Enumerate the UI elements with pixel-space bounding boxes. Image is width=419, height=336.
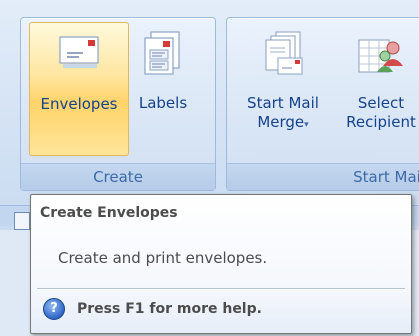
screentip-title: Create Envelopes (40, 205, 178, 221)
select-recipients-label-line2: Recipient (346, 113, 416, 131)
create-group: Envelopes Labels Create (20, 17, 216, 191)
select-recipients-icon (357, 30, 405, 82)
select-recipients-label-line1: Select (357, 94, 405, 112)
mail-merge-icon (260, 30, 306, 82)
screentip-divider (37, 288, 405, 290)
screentip-description: Create and print envelopes. (58, 249, 268, 267)
screentip-help: ? Press F1 for more help. (43, 297, 262, 321)
start-mail-merge-label-line2: Merge (257, 113, 305, 131)
envelope-icon (57, 31, 101, 77)
start-mail-merge-group: Start Mail Merge▾ Select Recipient Start… (226, 17, 419, 191)
screentip: Create Envelopes Create and print envelo… (30, 194, 412, 334)
start-mail-merge-label-line1: Start Mail (247, 94, 319, 112)
envelopes-label: Envelopes (40, 95, 118, 113)
help-text: Press F1 for more help. (77, 301, 262, 317)
labels-label: Labels (138, 94, 188, 112)
ruler-tab-selector[interactable] (14, 212, 30, 230)
start-mail-merge-group-caption: Start Mail (227, 163, 419, 190)
labels-icon (141, 30, 185, 80)
labels-button[interactable]: Labels (131, 22, 195, 154)
create-group-caption: Create (21, 163, 215, 190)
envelopes-button[interactable]: Envelopes (29, 22, 129, 156)
chevron-down-icon[interactable]: ▾ (304, 120, 309, 130)
help-icon: ? (43, 298, 65, 320)
select-recipients-button[interactable]: Select Recipient (335, 22, 419, 154)
start-mail-merge-button[interactable]: Start Mail Merge▾ (233, 22, 333, 154)
